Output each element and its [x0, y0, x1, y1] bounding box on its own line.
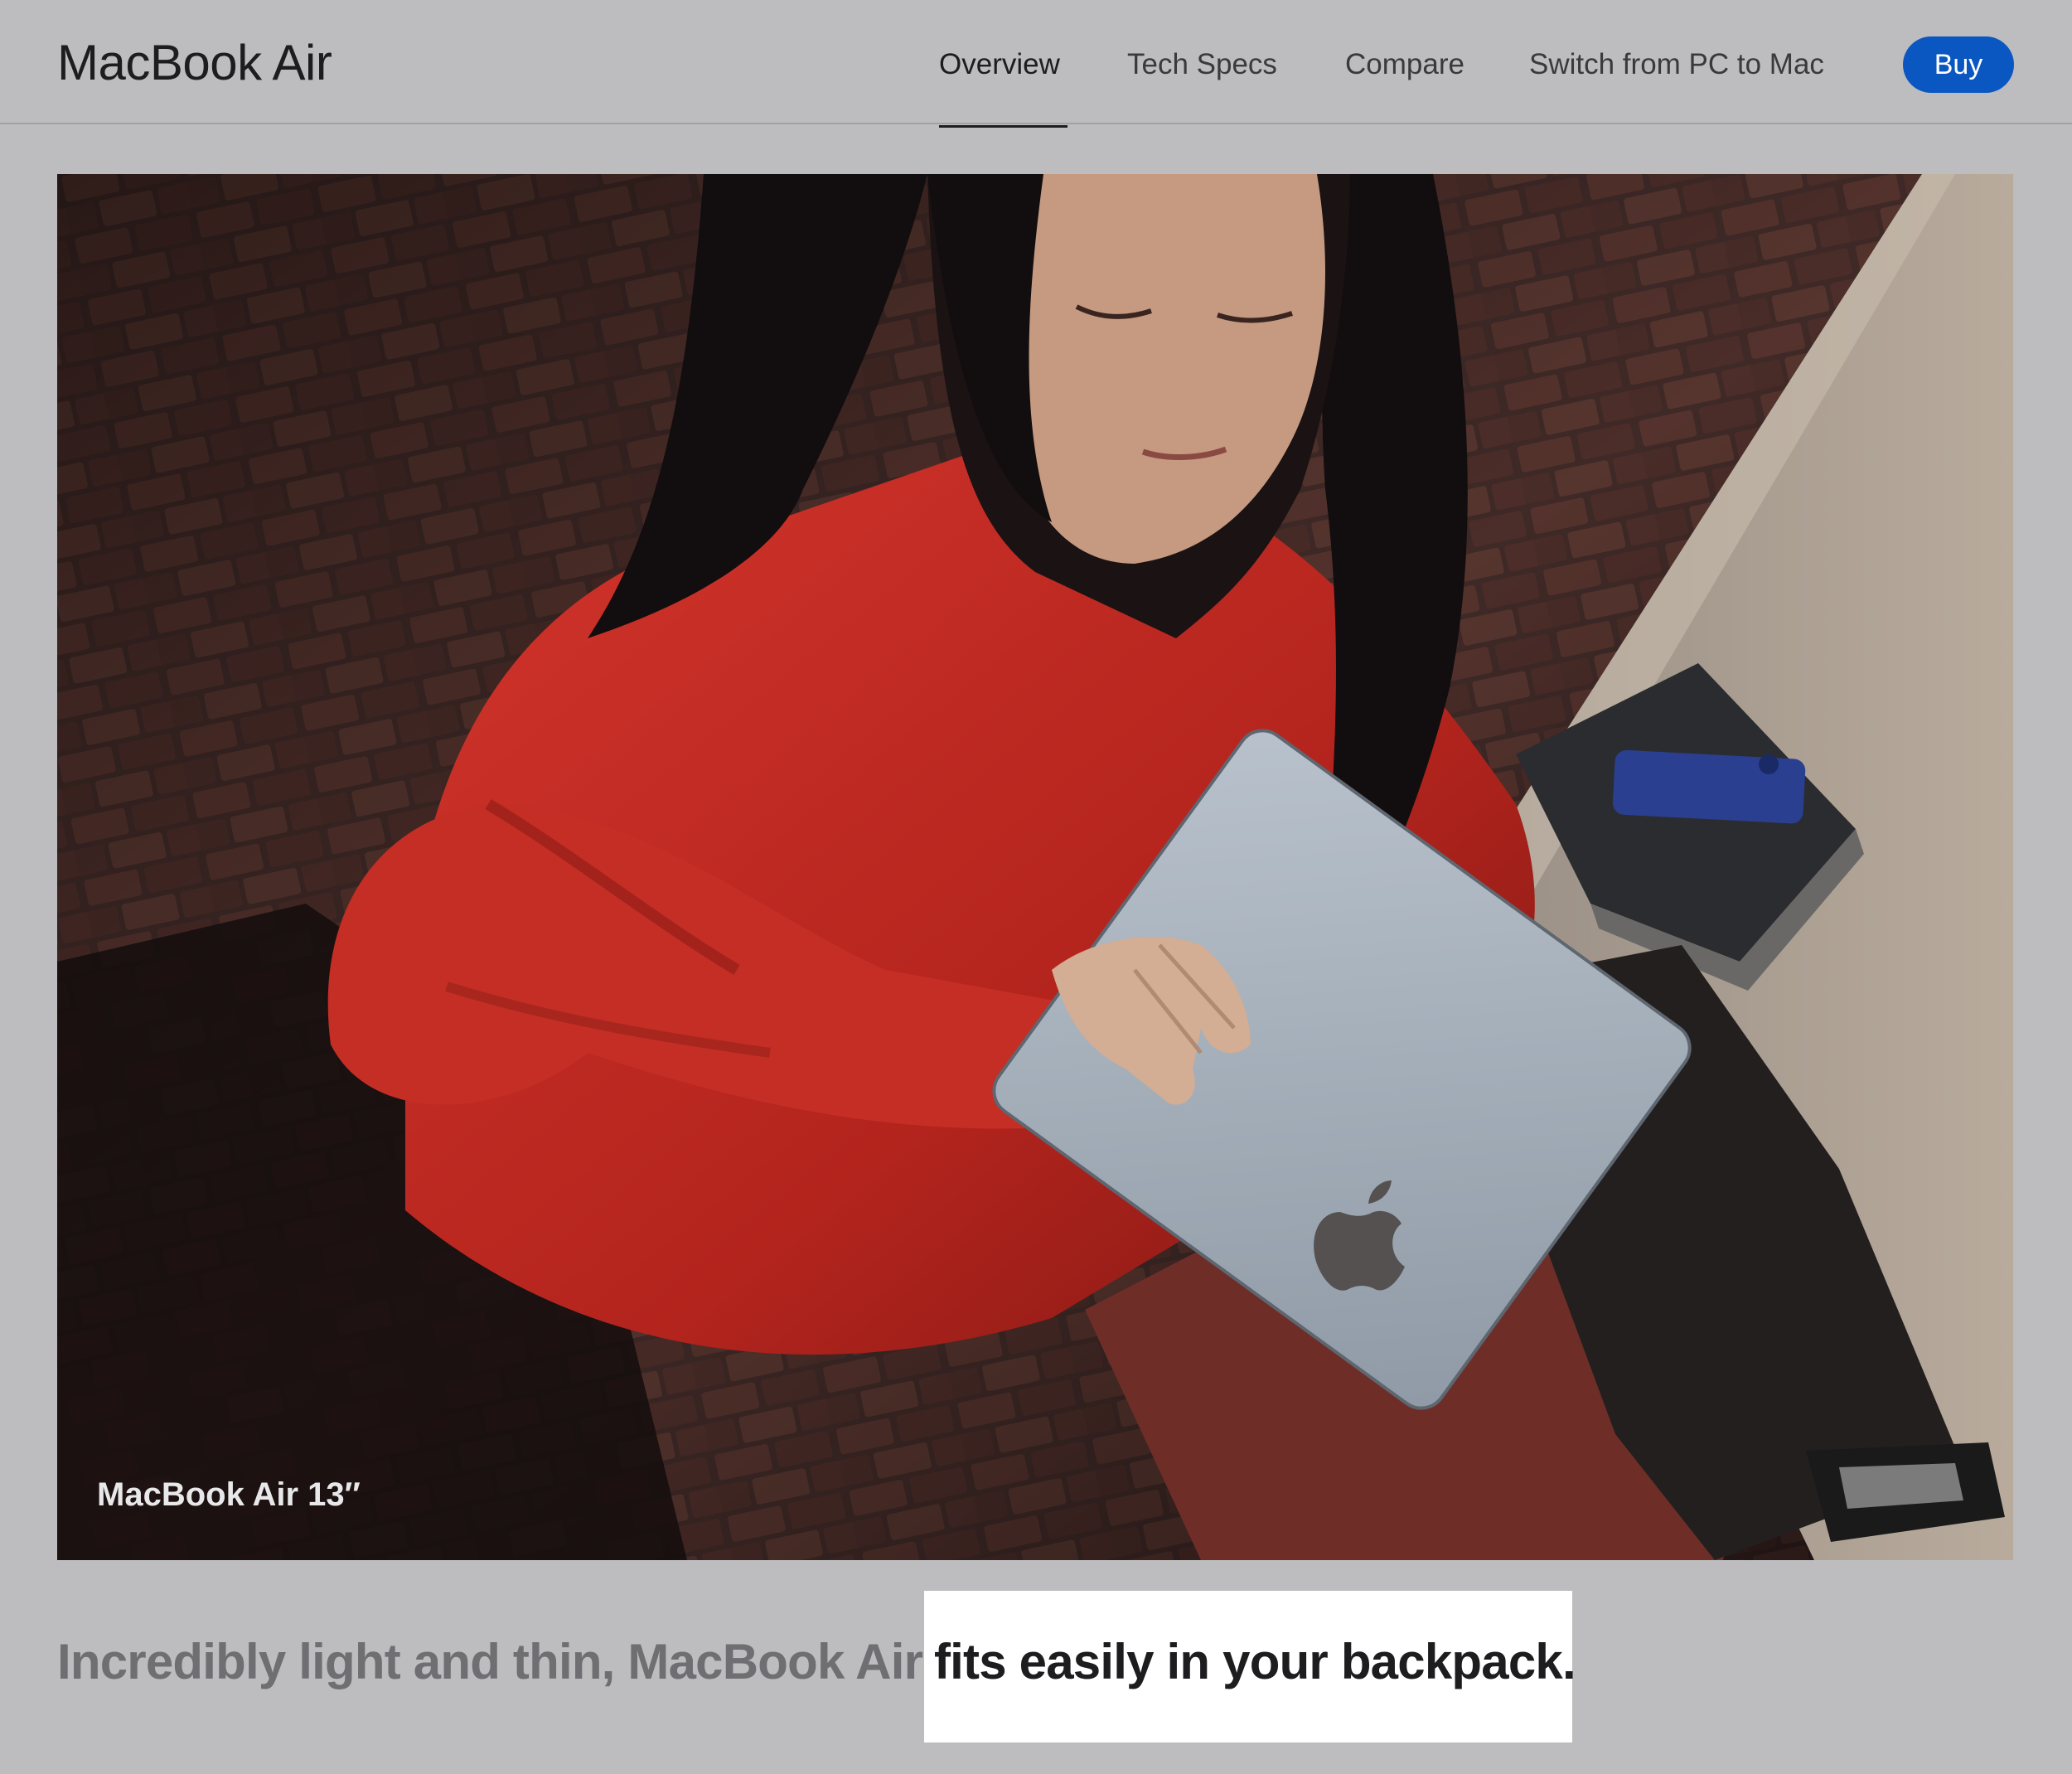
- headline-muted-text: Incredibly light and thin, MacBook Air: [57, 1634, 923, 1689]
- nav-link-overview[interactable]: Overview: [939, 41, 1060, 88]
- hero-caption: MacBook Air 13″: [97, 1476, 361, 1513]
- hero-photo-illustration: [57, 174, 2013, 1560]
- page: MacBook Air Overview Tech Specs Compare …: [0, 0, 2072, 1774]
- active-tab-indicator: [939, 125, 1067, 128]
- buy-button[interactable]: Buy: [1903, 36, 2014, 93]
- nav-link-tech-specs[interactable]: Tech Specs: [1127, 41, 1277, 88]
- product-nav-bar: MacBook Air Overview Tech Specs Compare …: [0, 0, 2072, 124]
- hero-image: MacBook Air 13″: [57, 174, 2013, 1560]
- headline-emphasis-text: fits easily in your backpack.: [934, 1634, 1576, 1689]
- nav-link-compare[interactable]: Compare: [1345, 41, 1464, 88]
- headline: Incredibly light and thin, MacBook Air: [57, 1629, 923, 1695]
- nav-link-switch-from-pc[interactable]: Switch from PC to Mac: [1529, 41, 1824, 88]
- nav-links: Overview Tech Specs Compare Switch from …: [0, 41, 2072, 91]
